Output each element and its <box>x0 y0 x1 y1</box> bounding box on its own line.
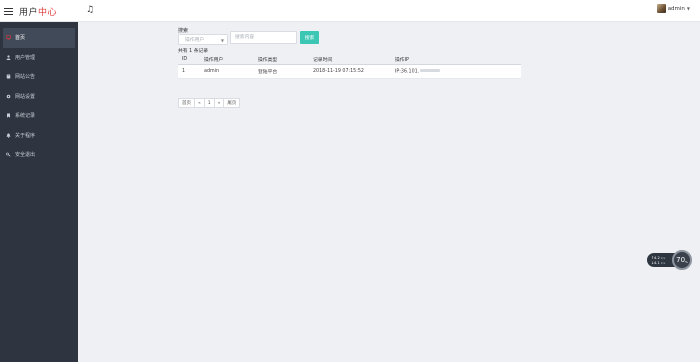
sidebar-item-logout[interactable]: 安全退出 <box>0 145 78 165</box>
column-header-type: 操作类型 <box>258 57 278 63</box>
brand-title-accent: 中心 <box>38 7 58 18</box>
sidebar-item-label: 关于程序 <box>15 132 36 139</box>
upload-speed-value: 4.2 <box>654 255 660 260</box>
cell-user: admin <box>204 69 220 74</box>
usage-gauge[interactable]: 70% <box>672 250 692 270</box>
music-note-icon[interactable]: ♫ <box>86 5 94 15</box>
chevron-down-icon[interactable]: ▼ <box>687 6 690 11</box>
sidebar-item-label: 用户管理 <box>15 54 36 61</box>
network-speed-widget[interactable]: ↑ 4.2 K/s ↓ 4.1 K/s 70% <box>647 250 692 270</box>
sidebar-item-about[interactable]: 关于程序 <box>0 126 78 146</box>
download-speed-unit: K/s <box>660 260 666 265</box>
column-header-ip: 操作IP <box>395 57 409 63</box>
page-first-button[interactable]: 首页 <box>178 98 195 108</box>
cell-time: 2018-11-19 07:15:52 <box>313 69 364 74</box>
key-icon <box>6 152 11 157</box>
upload-speed-unit: K/s <box>660 255 666 260</box>
sidebar-item-label: 安全退出 <box>15 152 36 159</box>
sidebar-item-settings[interactable]: 网站设置 <box>0 87 78 107</box>
avatar[interactable] <box>656 4 666 13</box>
sidebar-item-users[interactable]: 用户管理 <box>0 48 78 68</box>
brand-title-main: 用户 <box>19 7 39 18</box>
page-last-button[interactable]: 尾页 <box>223 98 241 108</box>
monitor-icon <box>6 35 11 40</box>
book-icon <box>6 74 11 79</box>
cell-ip: IP:36.101. <box>395 68 521 75</box>
cell-type: 登陆平台 <box>258 70 278 75</box>
search-input[interactable] <box>230 31 297 44</box>
bell-icon <box>6 133 11 138</box>
main-content: 搜索 操作用户 ▼ 搜索 共有 1 条记录 ID 操作用户 操作类型 记录时间 … <box>78 22 700 362</box>
download-speed-value: 4.1 <box>654 260 660 265</box>
column-header-id: ID <box>182 56 188 62</box>
sidebar-item-logs[interactable]: 系统记录 <box>0 106 78 126</box>
cell-ip-text: IP:36.101. <box>395 69 420 75</box>
username[interactable]: admin <box>668 6 685 12</box>
sidebar: 首页 用户管理 网站公告 网站设置 系统记录 关于程序 安全退出 <box>0 22 78 362</box>
user-icon <box>6 55 11 60</box>
pagination: 首页 « 1 » 尾页 <box>178 98 241 108</box>
gear-icon <box>6 94 11 99</box>
search-field-select[interactable]: 操作用户 ▼ <box>178 34 228 45</box>
log-table: ID 操作用户 操作类型 记录时间 操作IP 1 admin 登陆平台 2018… <box>178 54 521 79</box>
column-header-user: 操作用户 <box>204 57 224 63</box>
sidebar-item-announcements[interactable]: 网站公告 <box>0 67 78 87</box>
sidebar-item-label: 网站设置 <box>15 93 36 100</box>
table-row[interactable]: 1 admin 登陆平台 2018-11-19 07:15:52 IP:36.1… <box>178 65 521 79</box>
top-header: 用户中心 ♫ admin ▼ <box>0 0 700 22</box>
brand-title: 用户中心 <box>19 5 57 18</box>
usage-percent-unit: % <box>685 259 688 264</box>
sidebar-item-label: 系统记录 <box>15 113 36 120</box>
table-header: ID 操作用户 操作类型 记录时间 操作IP <box>178 54 521 65</box>
brand[interactable]: 用户中心 <box>4 4 57 18</box>
usage-percent: 70 <box>676 256 686 264</box>
cell-id: 1 <box>182 69 186 74</box>
search-button[interactable]: 搜索 <box>300 31 319 44</box>
record-count: 共有 1 条记录 <box>178 49 209 54</box>
column-header-time: 记录时间 <box>313 57 333 63</box>
sidebar-nav: 首页 用户管理 网站公告 网站设置 系统记录 关于程序 安全退出 <box>0 22 78 165</box>
bookmark-icon <box>6 113 11 118</box>
chevron-down-icon: ▼ <box>220 38 224 43</box>
sidebar-item-label: 首页 <box>15 35 26 42</box>
search-label: 搜索 <box>178 28 189 34</box>
search-field-select-value: 操作用户 <box>185 38 205 43</box>
sidebar-item-home[interactable]: 首页 <box>3 28 75 48</box>
user-menu[interactable]: admin ▼ <box>656 4 690 13</box>
sidebar-item-label: 网站公告 <box>15 74 36 81</box>
redacted-ip-blur <box>420 68 441 73</box>
hamburger-menu-icon[interactable] <box>4 7 13 15</box>
